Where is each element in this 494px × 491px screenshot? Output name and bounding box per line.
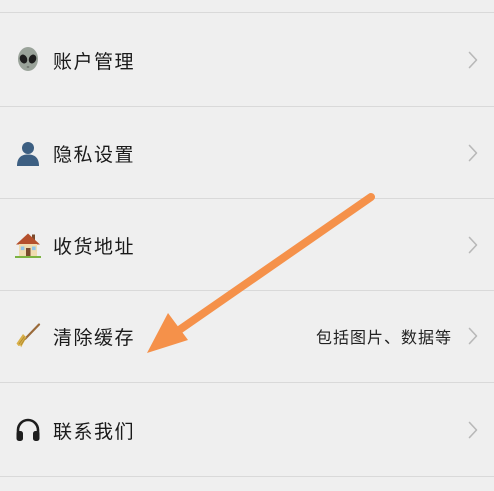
divider [0, 106, 494, 107]
settings-item-privacy-settings[interactable]: 隐私设置 [0, 117, 494, 189]
chevron-right-icon [466, 235, 480, 255]
settings-list: 账户管理 隐私设置 收货地址 清除缓存 包括图片、数据等 联系我们 [0, 0, 494, 491]
settings-item-clear-cache[interactable]: 清除缓存 包括图片、数据等 [0, 300, 494, 372]
user-silhouette-icon [14, 139, 42, 167]
headphones-icon [14, 416, 42, 444]
cache-detail-text: 包括图片、数据等 [315, 328, 452, 347]
settings-item-label: 收货地址 [53, 235, 136, 258]
divider [0, 12, 494, 13]
settings-item-account-management[interactable]: 账户管理 [0, 24, 494, 96]
settings-item-contact-us[interactable]: 联系我们 [0, 394, 494, 466]
divider [0, 198, 494, 199]
settings-item-shipping-address[interactable]: 收货地址 [0, 209, 494, 281]
chevron-right-icon [466, 326, 480, 346]
chevron-right-icon [466, 143, 480, 163]
chevron-right-icon [466, 50, 480, 70]
chevron-right-icon [466, 420, 480, 440]
divider [0, 290, 494, 291]
divider [0, 382, 494, 383]
settings-item-label: 账户管理 [53, 50, 136, 73]
divider [0, 476, 494, 477]
settings-item-label: 清除缓存 [53, 326, 136, 349]
alien-icon [14, 46, 42, 74]
settings-item-label: 联系我们 [53, 420, 136, 443]
settings-item-label: 隐私设置 [53, 143, 136, 166]
broom-icon [14, 322, 42, 350]
house-icon [14, 231, 42, 259]
